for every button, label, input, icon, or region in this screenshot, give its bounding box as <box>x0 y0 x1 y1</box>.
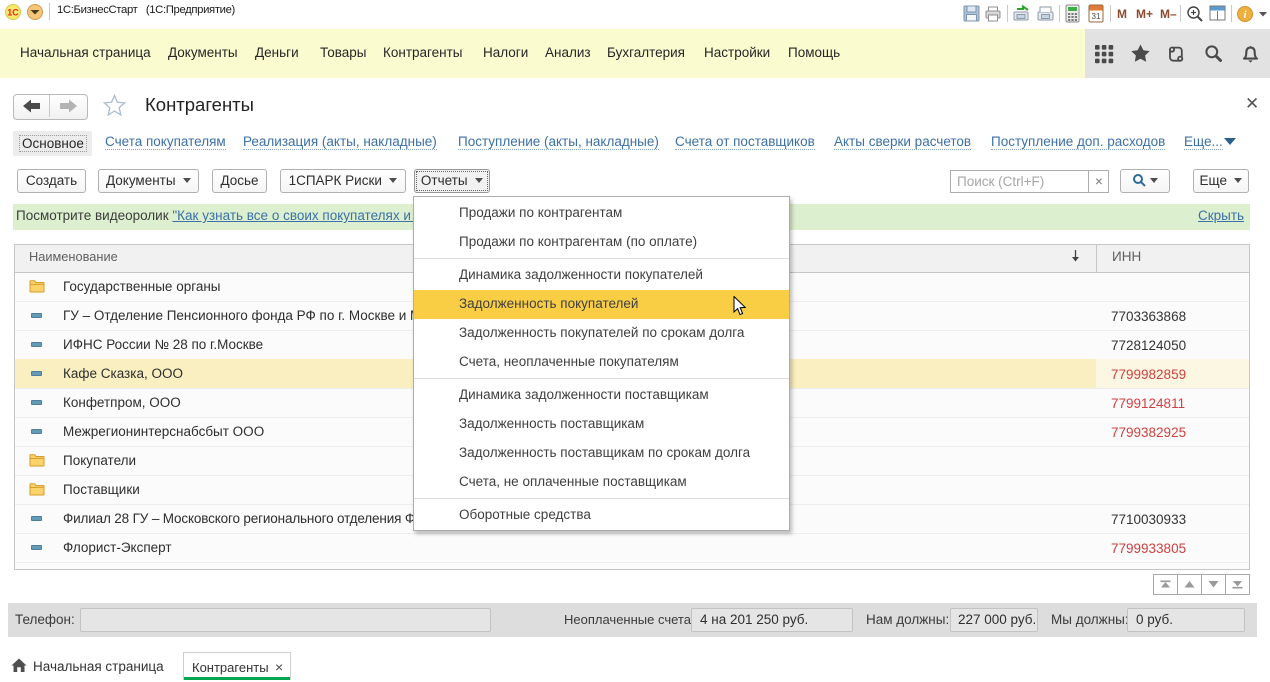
svg-text:М–: М– <box>1160 7 1177 21</box>
svg-text:31: 31 <box>1092 12 1101 21</box>
svg-text:М+: М+ <box>1136 7 1153 21</box>
svg-text:М: М <box>1117 7 1127 21</box>
svg-text:1С: 1С <box>7 8 19 18</box>
